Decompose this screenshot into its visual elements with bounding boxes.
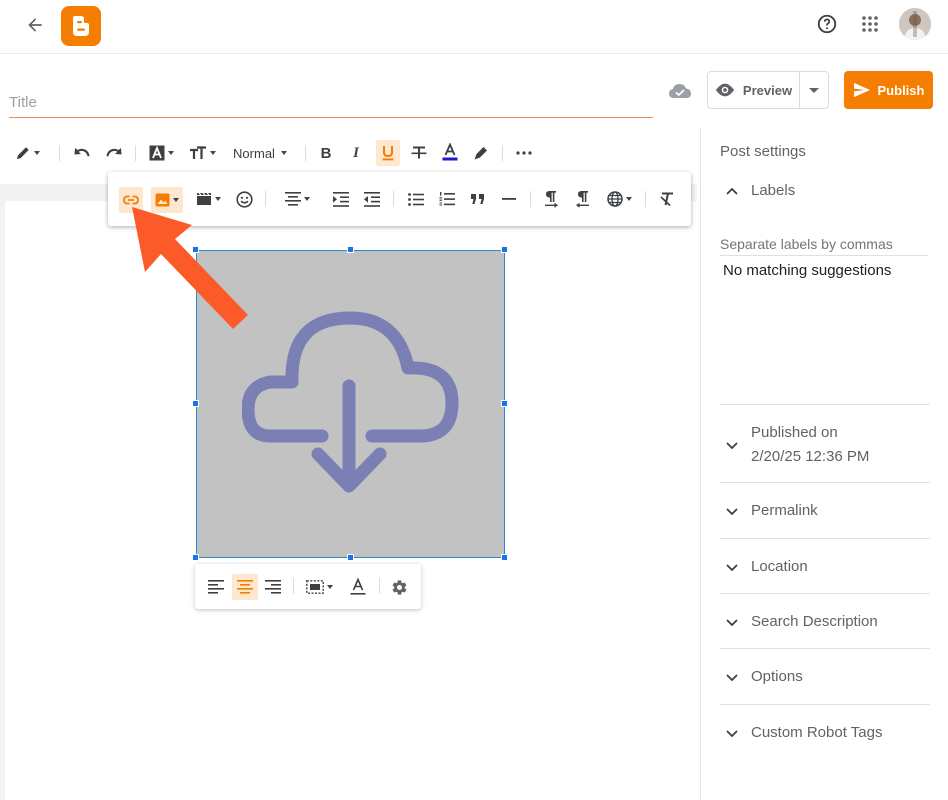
toolbar-divider [305, 145, 306, 161]
labels-section-label: Labels [751, 182, 796, 199]
blockquote-icon[interactable] [467, 187, 489, 211]
undo-icon[interactable] [71, 141, 93, 165]
font-family-icon[interactable] [147, 141, 175, 165]
search-description-row[interactable]: Search Description [720, 593, 930, 649]
title-input[interactable] [9, 92, 653, 118]
published-on-value: 2/20/25 12:36 PM [751, 448, 870, 465]
image-size-icon[interactable] [301, 574, 337, 600]
align-right-icon[interactable] [261, 574, 285, 600]
italic-icon[interactable]: I [346, 141, 366, 165]
text-color-icon[interactable] [439, 140, 461, 164]
location-label: Location [751, 558, 808, 575]
redo-icon[interactable] [103, 141, 125, 165]
published-on-row[interactable]: Published on 2/20/25 12:36 PM [720, 404, 930, 482]
outdent-icon[interactable] [361, 187, 383, 211]
preview-dropdown-button[interactable] [799, 71, 829, 109]
resize-handle-top-middle[interactable] [347, 246, 354, 253]
preview-label: Preview [742, 82, 793, 98]
resize-handle-middle-right[interactable] [501, 400, 508, 407]
toolbar-divider [645, 191, 646, 207]
toolbar-divider [59, 145, 60, 161]
align-left-icon[interactable] [204, 574, 228, 600]
chevron-down-icon [726, 442, 738, 450]
toolbar-divider [379, 578, 380, 594]
toolbar-divider [265, 191, 266, 207]
clear-formatting-icon[interactable] [656, 187, 678, 211]
cloud-download-icon [242, 311, 459, 493]
resize-handle-bottom-left[interactable] [192, 554, 199, 561]
horizontal-rule-icon[interactable] [498, 187, 520, 211]
apps-grid-icon[interactable] [857, 11, 883, 37]
paragraph-style-label: Normal [233, 145, 275, 161]
blogger-logo[interactable] [61, 6, 101, 46]
resize-handle-top-right[interactable] [501, 246, 508, 253]
labels-section-header[interactable]: Labels [720, 178, 930, 206]
permalink-label: Permalink [751, 502, 818, 519]
location-row[interactable]: Location [720, 538, 930, 594]
saved-cloud-icon [667, 80, 693, 102]
toolbar-divider [135, 145, 136, 161]
language-globe-icon[interactable] [603, 187, 635, 211]
paragraph-style-dropdown[interactable]: Normal [228, 141, 292, 165]
ltr-direction-icon[interactable] [540, 187, 562, 211]
underline-icon[interactable] [376, 140, 400, 166]
send-icon [853, 82, 870, 98]
resize-handle-bottom-right[interactable] [501, 554, 508, 561]
help-icon[interactable] [814, 11, 840, 37]
resize-handle-middle-left[interactable] [192, 400, 199, 407]
pointer-arrow-annotation [132, 207, 248, 329]
search-description-label: Search Description [751, 613, 878, 630]
publish-button[interactable]: Publish [844, 71, 933, 109]
font-size-icon[interactable] [188, 141, 216, 165]
caption-text-icon[interactable] [345, 574, 371, 600]
published-on-label: Published on [751, 424, 838, 441]
chevron-down-icon [726, 674, 738, 682]
custom-robot-tags-label: Custom Robot Tags [751, 724, 883, 741]
bold-icon[interactable]: B [316, 141, 336, 165]
sidebar-divider [700, 127, 701, 800]
labels-suggestions-text: No matching suggestions [723, 262, 892, 279]
compose-mode-pencil-icon[interactable] [11, 141, 43, 165]
options-row[interactable]: Options [720, 648, 930, 704]
strikethrough-icon[interactable] [409, 141, 429, 165]
image-settings-gear-icon[interactable] [386, 574, 412, 600]
toolbar-divider [502, 145, 503, 161]
indent-icon[interactable] [330, 187, 352, 211]
eye-icon [715, 83, 735, 97]
labels-input[interactable] [720, 232, 928, 256]
custom-robot-tags-row[interactable]: Custom Robot Tags [720, 704, 930, 760]
top-bar [0, 0, 948, 54]
chevron-down-icon [726, 730, 738, 738]
image-toolbar [195, 564, 421, 609]
toolbar-divider [393, 191, 394, 207]
toolbar-divider [530, 191, 531, 207]
resize-handle-bottom-middle[interactable] [347, 554, 354, 561]
bulleted-list-icon[interactable] [405, 187, 427, 211]
chevron-up-icon [726, 187, 738, 195]
post-settings-heading: Post settings [720, 143, 806, 160]
chevron-down-icon [726, 564, 738, 572]
permalink-row[interactable]: Permalink [720, 482, 930, 538]
chevron-down-icon [726, 508, 738, 516]
numbered-list-icon[interactable] [436, 187, 458, 211]
chevron-down-icon [809, 87, 819, 93]
publish-label: Publish [877, 82, 925, 98]
more-options-icon[interactable] [513, 141, 535, 165]
rtl-direction-icon[interactable] [571, 187, 593, 211]
avatar[interactable] [899, 8, 931, 40]
preview-button[interactable]: Preview [707, 71, 800, 109]
back-arrow-icon[interactable] [22, 12, 48, 38]
toolbar-divider [293, 578, 294, 594]
chevron-down-icon [726, 619, 738, 627]
options-label: Options [751, 668, 803, 685]
align-center-icon[interactable] [232, 574, 258, 600]
alignment-icon[interactable] [280, 187, 314, 211]
highlight-marker-icon[interactable] [470, 141, 492, 165]
